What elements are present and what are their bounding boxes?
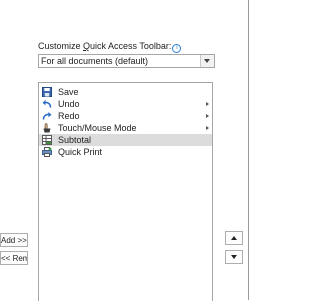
undo-icon [42,99,52,109]
list-item-label: Save [58,87,79,97]
submenu-arrow-icon [206,126,209,130]
list-item-save[interactable]: Save [39,86,212,98]
qat-label-post: uick Access Toolbar: [90,41,172,51]
list-item-label: Quick Print [58,147,103,157]
list-item-label: Subtotal [58,135,92,145]
chevron-down-icon[interactable] [200,55,214,67]
qat-scope-dropdown[interactable]: For all documents (default) [38,54,215,68]
move-up-button[interactable] [225,231,243,245]
list-item-subtotal[interactable]: Subtotal [39,134,212,146]
add-button[interactable]: Add >> [0,233,28,247]
list-item-quick-print[interactable]: Quick Print [39,146,212,158]
list-item-touch-mouse-mode[interactable]: Touch/Mouse Mode [39,122,212,134]
subtotal-icon [42,135,52,145]
customize-qat-label: Customize Quick Access Toolbar: i [38,41,182,53]
move-down-button[interactable] [225,250,243,264]
list-item-redo[interactable]: Redo [39,110,212,122]
list-item-label: Undo [58,99,80,109]
submenu-arrow-icon [206,102,209,106]
info-icon[interactable]: i [172,44,182,53]
dialog-right-edge [248,0,249,300]
redo-icon [42,111,52,121]
save-icon [42,87,52,97]
qat-command-list[interactable]: Save Undo Redo Touch/Mouse Mode Subtotal… [38,82,213,301]
list-item-label: Touch/Mouse Mode [58,123,137,133]
qat-label-pre: Customize [38,41,84,51]
remove-button[interactable]: << Remove [0,251,28,265]
qat-scope-value: For all documents (default) [41,56,149,66]
submenu-arrow-icon [206,114,209,118]
touch-mouse-icon [42,123,52,133]
list-item-undo[interactable]: Undo [39,98,212,110]
arrow-down-icon [231,255,237,259]
qat-label-accelerator: Q [83,41,91,51]
quick-print-icon [42,147,52,157]
list-item-label: Redo [58,111,80,121]
arrow-up-icon [231,236,237,240]
